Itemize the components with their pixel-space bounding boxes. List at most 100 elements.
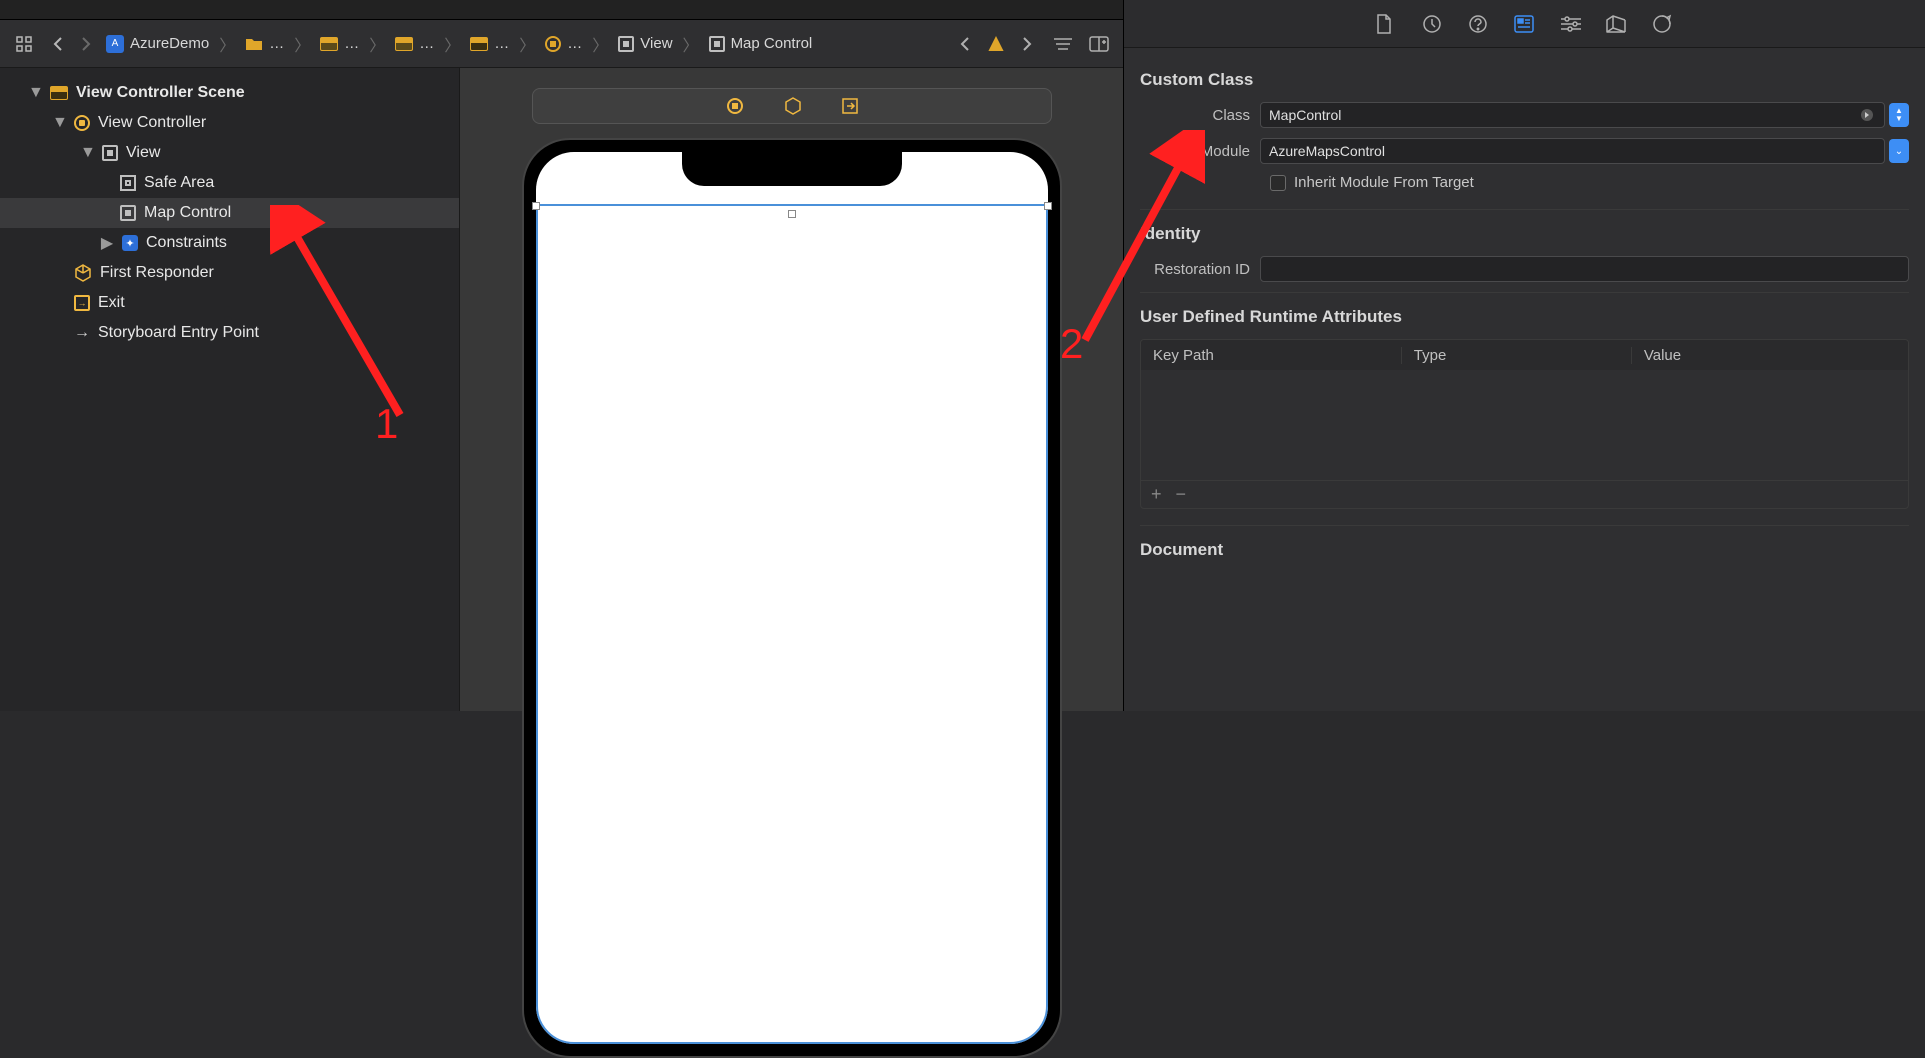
outline-constraints[interactable]: ▶ ✦ Constraints — [0, 228, 459, 258]
crumb-folder[interactable]: … — [245, 35, 284, 53]
connections-inspector-tab[interactable] — [1652, 14, 1674, 34]
chevron-down-icon[interactable]: ▼ — [80, 144, 94, 162]
outline-safearea[interactable]: Safe Area — [0, 168, 459, 198]
attr-table-body[interactable] — [1141, 370, 1908, 480]
crumb-scene-label: … — [494, 35, 509, 52]
outline-view[interactable]: ▼ View — [0, 138, 459, 168]
scene-icon — [50, 86, 68, 100]
crumb-sep-icon: 〉 — [365, 32, 389, 56]
issues-back-button[interactable] — [951, 32, 979, 56]
col-value[interactable]: Value — [1632, 347, 1908, 364]
add-attribute-button[interactable]: + — [1151, 484, 1162, 505]
viewcontroller-icon — [74, 115, 90, 131]
divider — [1140, 209, 1909, 210]
adjust-editor-icon[interactable] — [1049, 32, 1077, 56]
class-stepper[interactable]: ▲▼ — [1889, 103, 1909, 127]
crumb-project[interactable]: A AzureDemo — [106, 35, 209, 53]
class-field-row: Class MapControl ▲▼ — [1140, 102, 1909, 128]
document-outline: ▼ View Controller Scene ▼ View Controlle… — [0, 68, 460, 711]
firstresponder-dock-icon[interactable] — [784, 97, 802, 115]
crumb-sb-label: … — [344, 35, 359, 52]
restoration-input[interactable] — [1260, 256, 1909, 282]
file-inspector-tab[interactable] — [1376, 14, 1398, 34]
inspector-body: Custom Class Class MapControl ▲▼ Module — [1124, 48, 1925, 584]
size-inspector-tab[interactable] — [1606, 15, 1628, 33]
device-screen[interactable] — [536, 152, 1048, 1044]
device-notch — [682, 152, 902, 186]
storyboard-canvas[interactable] — [460, 68, 1123, 711]
crumb-scene[interactable]: … — [470, 35, 509, 52]
resize-handle[interactable] — [532, 202, 540, 210]
attr-table-header: Key Path Type Value — [1141, 340, 1908, 370]
crumb-sb2-label: … — [419, 35, 434, 52]
crumb-mapcontrol[interactable]: Map Control — [709, 35, 813, 52]
outline-scene[interactable]: ▼ View Controller Scene — [0, 78, 459, 108]
project-icon: A — [106, 35, 124, 53]
vc-label: View Controller — [98, 114, 206, 132]
module-input[interactable]: AzureMapsControl — [1260, 138, 1885, 164]
resize-handle[interactable] — [788, 210, 796, 218]
view-icon — [618, 36, 634, 52]
forward-button[interactable] — [72, 32, 100, 56]
issues-forward-button[interactable] — [1013, 32, 1041, 56]
section-identity: Identity — [1140, 224, 1909, 244]
device-preview — [522, 138, 1062, 1058]
attributes-inspector-tab[interactable] — [1560, 16, 1582, 32]
warning-icon[interactable] — [987, 35, 1005, 53]
view-icon — [709, 36, 725, 52]
crumb-vc[interactable]: … — [545, 35, 582, 52]
crumb-sep-icon: 〉 — [588, 32, 612, 56]
storyboard-icon — [320, 37, 338, 51]
scene-dock[interactable] — [532, 88, 1052, 124]
inherit-module-row[interactable]: Inherit Module From Target — [1270, 174, 1909, 191]
crumb-sep-icon: 〉 — [440, 32, 464, 56]
add-editor-icon[interactable] — [1085, 32, 1113, 56]
constraints-icon: ✦ — [122, 235, 138, 251]
history-inspector-tab[interactable] — [1422, 14, 1444, 34]
crumb-view[interactable]: View — [618, 35, 672, 52]
restoration-field-row: Restoration ID — [1140, 256, 1909, 282]
crumb-storyboard2[interactable]: … — [395, 35, 434, 52]
back-button[interactable] — [44, 32, 72, 56]
chevron-down-icon[interactable]: ▼ — [28, 84, 42, 102]
crumb-vc-label: … — [567, 35, 582, 52]
outline-firstresponder[interactable]: First Responder — [0, 258, 459, 288]
col-keypath[interactable]: Key Path — [1141, 347, 1402, 364]
viewcontroller-icon — [545, 36, 561, 52]
chevron-right-icon[interactable]: ▶ — [100, 233, 114, 253]
scene-icon — [470, 37, 488, 51]
identity-inspector-tab[interactable] — [1514, 15, 1536, 33]
folder-icon — [245, 35, 263, 53]
chevron-down-icon[interactable]: ▼ — [52, 114, 66, 132]
jump-bar: A AzureDemo 〉 … 〉 … 〉 … 〉 — [0, 20, 1123, 68]
divider — [1140, 525, 1909, 526]
outline-mapcontrol[interactable]: Map Control — [0, 198, 459, 228]
view-icon — [102, 145, 118, 161]
class-input[interactable]: MapControl — [1260, 102, 1885, 128]
viewcontroller-dock-icon[interactable] — [726, 97, 744, 115]
go-to-class-icon[interactable] — [1858, 106, 1876, 124]
attr-table-footer: + − — [1141, 480, 1908, 508]
crumb-sep-icon: 〉 — [290, 32, 314, 56]
module-dropdown[interactable]: ⌄ — [1889, 139, 1909, 163]
exit-label: Exit — [98, 294, 125, 312]
col-type[interactable]: Type — [1402, 347, 1632, 364]
class-value: MapControl — [1269, 107, 1341, 123]
crumb-storyboard[interactable]: … — [320, 35, 359, 52]
section-custom-class: Custom Class — [1140, 70, 1909, 90]
exit-dock-icon[interactable] — [842, 98, 858, 114]
help-inspector-tab[interactable] — [1468, 14, 1490, 34]
outline-viewcontroller[interactable]: ▼ View Controller — [0, 108, 459, 138]
outline-exit[interactable]: Exit — [0, 288, 459, 318]
resize-handle[interactable] — [1044, 202, 1052, 210]
related-items-icon[interactable] — [10, 32, 38, 56]
section-document: Document — [1140, 540, 1909, 560]
firstresponder-label: First Responder — [100, 264, 214, 282]
annotation-label-1: 1 — [375, 400, 398, 448]
inherit-checkbox[interactable] — [1270, 175, 1286, 191]
remove-attribute-button[interactable]: − — [1176, 484, 1187, 505]
outline-entrypoint[interactable]: → Storyboard Entry Point — [0, 318, 459, 348]
entrypoint-label: Storyboard Entry Point — [98, 324, 259, 342]
editor-tab-bar — [0, 0, 1123, 20]
module-field-row: Module AzureMapsControl ⌄ — [1140, 138, 1909, 164]
